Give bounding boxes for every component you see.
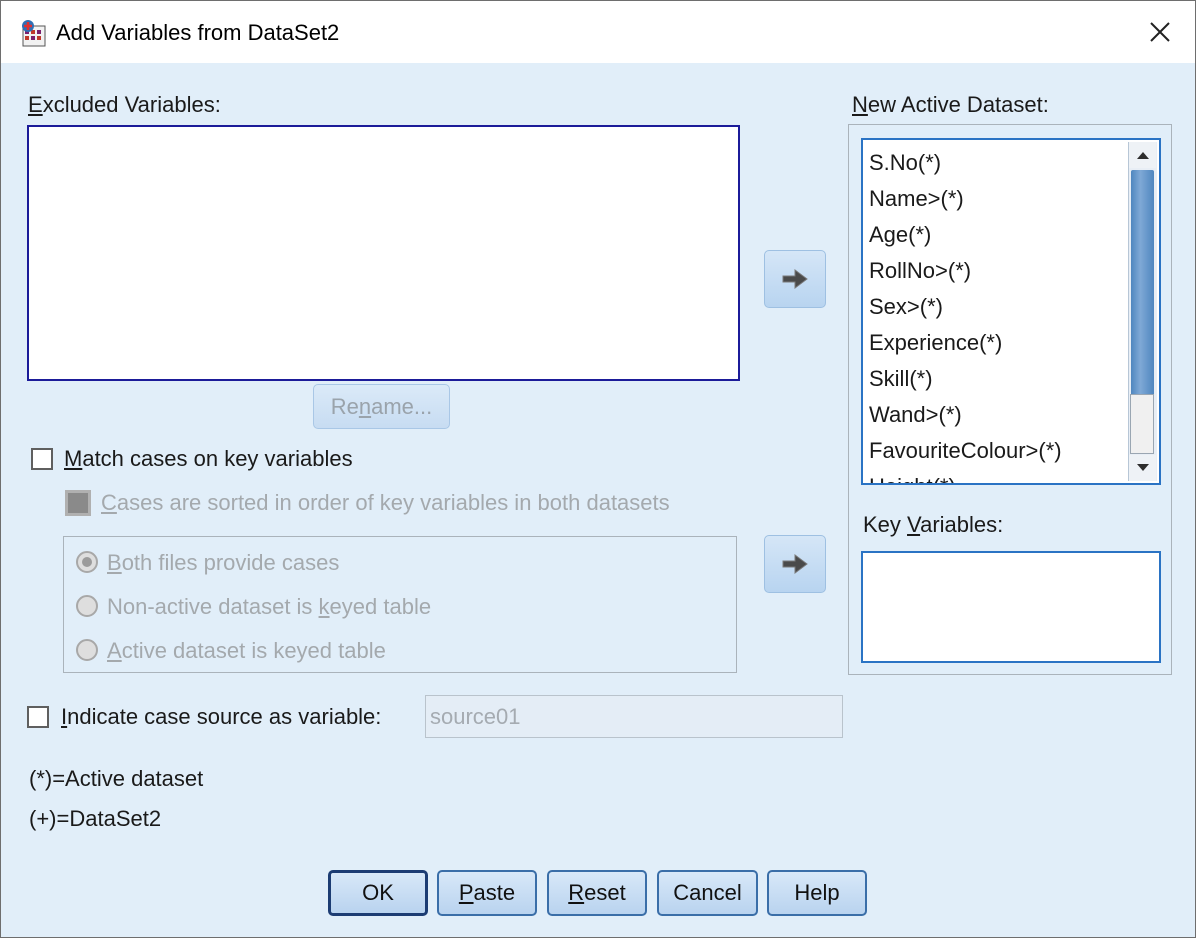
close-icon [1150, 22, 1170, 42]
add-variables-dialog: Add Variables from DataSet2 Excluded Var… [0, 0, 1196, 938]
spss-icon [22, 20, 46, 47]
cases-sorted-checkbox[interactable] [65, 490, 91, 516]
list-item[interactable]: Sex>(*) [869, 290, 1062, 326]
variable-items: S.No(*) Name>(*) Age(*) RollNo>(*) Sex>(… [869, 146, 1062, 483]
scroll-thumb[interactable] [1130, 394, 1154, 454]
window-title: Add Variables from DataSet2 [56, 20, 340, 45]
move-to-new-dataset-button[interactable] [764, 250, 826, 308]
close-button[interactable] [1129, 5, 1191, 59]
chevron-up-icon [1136, 152, 1149, 159]
scroll-up-button[interactable] [1129, 142, 1156, 168]
scroll-track [1131, 170, 1154, 398]
radio-dot [82, 557, 92, 567]
excluded-variables-label: Excluded Variables: [28, 92, 221, 117]
list-item[interactable]: Experience(*) [869, 326, 1062, 362]
list-item[interactable]: Age(*) [869, 218, 1062, 254]
radio-active-keyed[interactable] [76, 639, 98, 661]
arrow-right-icon [782, 554, 808, 574]
list-item[interactable]: Height(*) [869, 470, 1062, 483]
list-item[interactable]: Name>(*) [869, 182, 1062, 218]
vertical-scrollbar[interactable] [1128, 142, 1157, 481]
non-active-keyed-label: Non-active dataset is keyed table [107, 594, 432, 619]
list-item[interactable]: Wand>(*) [869, 398, 1062, 434]
list-item[interactable]: FavouriteColour>(*) [869, 434, 1062, 470]
match-cases-checkbox[interactable] [31, 448, 53, 470]
help-button[interactable]: Help [767, 870, 867, 916]
scroll-down-button[interactable] [1129, 455, 1156, 481]
legend-active: (*)=Active dataset [29, 766, 204, 791]
rename-button[interactable]: Re n ame... [313, 384, 450, 429]
new-active-dataset-label: New Active Dataset: [852, 92, 1049, 117]
list-item[interactable]: RollNo>(*) [869, 254, 1062, 290]
paste-button[interactable]: Paste [437, 870, 537, 916]
chevron-down-icon [1136, 464, 1149, 471]
source-variable-field[interactable]: source01 [425, 695, 843, 738]
match-cases-label: Match cases on key variables [64, 446, 353, 471]
list-item[interactable]: S.No(*) [869, 146, 1062, 182]
active-keyed-label: Active dataset is keyed table [107, 638, 386, 663]
radio-both-files[interactable] [76, 551, 98, 573]
both-files-label: Both files provide cases [107, 550, 340, 575]
indicate-source-label: Indicate case source as variable: [61, 704, 382, 729]
move-to-key-variables-button[interactable] [764, 535, 826, 593]
radio-non-active-keyed[interactable] [76, 595, 98, 617]
arrow-right-icon [782, 269, 808, 289]
new-active-dataset-list[interactable]: S.No(*) Name>(*) Age(*) RollNo>(*) Sex>(… [861, 138, 1161, 485]
cases-sorted-label: Cases are sorted in order of key variabl… [101, 490, 670, 515]
title-bar: Add Variables from DataSet2 [1, 1, 1195, 63]
indicate-source-checkbox[interactable] [27, 706, 49, 728]
excluded-variables-list[interactable] [27, 125, 740, 381]
list-item[interactable]: Skill(*) [869, 362, 1062, 398]
legend-dataset2: (+)=DataSet2 [29, 806, 162, 831]
ok-button[interactable]: OK [328, 870, 428, 916]
cancel-button[interactable]: Cancel [657, 870, 758, 916]
key-variables-label: Key Variables: [863, 512, 1004, 537]
reset-button[interactable]: Reset [547, 870, 647, 916]
key-variables-list[interactable] [861, 551, 1161, 663]
